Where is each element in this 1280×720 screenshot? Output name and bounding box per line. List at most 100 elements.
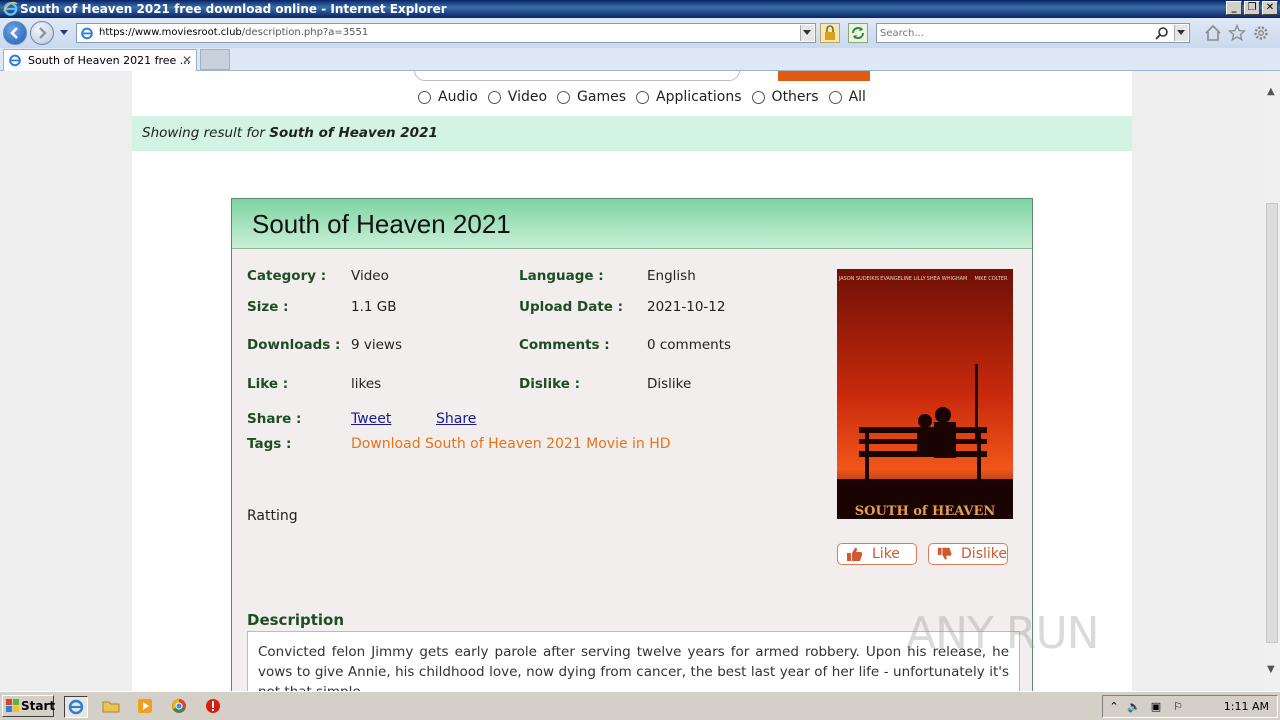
size-label: Size : bbox=[247, 299, 289, 315]
home-icon[interactable] bbox=[1204, 24, 1222, 42]
back-arrow-icon bbox=[10, 27, 18, 39]
category-option-video[interactable]: Video bbox=[487, 89, 547, 105]
radio-others[interactable] bbox=[751, 90, 765, 104]
history-dropdown-icon[interactable] bbox=[58, 26, 70, 38]
settings-gear-icon[interactable] bbox=[1252, 24, 1270, 42]
category-option-applications[interactable]: Applications bbox=[636, 89, 742, 105]
system-clock[interactable]: 1:11 AM bbox=[1224, 700, 1269, 713]
refresh-button[interactable] bbox=[848, 23, 868, 43]
tag-link[interactable]: Download South of Heaven 2021 Movie in H… bbox=[351, 436, 671, 452]
network-icon[interactable]: ▣ bbox=[1149, 700, 1163, 714]
address-url[interactable]: https://www.moviesroot.club/description.… bbox=[99, 27, 368, 38]
category-option-others[interactable]: Others bbox=[751, 89, 819, 105]
like-value: likes bbox=[351, 376, 382, 392]
internet-explorer-icon bbox=[68, 699, 84, 715]
minimize-button[interactable]: _ bbox=[1226, 1, 1242, 15]
browser-search-box[interactable] bbox=[876, 23, 1190, 43]
window-title-bar: South of Heaven 2021 free download onlin… bbox=[0, 0, 1280, 18]
scrollbar-thumb[interactable] bbox=[1266, 203, 1278, 643]
radio-video[interactable] bbox=[487, 90, 501, 104]
thumbs-down-icon bbox=[937, 547, 952, 560]
folder-icon bbox=[102, 701, 120, 713]
restore-button[interactable]: ❐ bbox=[1244, 1, 1260, 15]
description-text: Convicted felon Jimmy gets early parole … bbox=[247, 631, 1020, 691]
site-search-button[interactable]: Search bbox=[778, 71, 870, 81]
dislike-value: Dislike bbox=[647, 376, 692, 392]
category-option-all[interactable]: All bbox=[828, 89, 866, 105]
windows-taskbar: Start ⌃ 🔈 ▣ ⚐ 1:11 AM bbox=[0, 691, 1280, 720]
media-player-icon bbox=[138, 699, 152, 713]
tweet-link[interactable]: Tweet bbox=[351, 411, 391, 427]
forward-button[interactable] bbox=[30, 21, 54, 45]
poster-title: SOUTH of HEAVEN bbox=[855, 504, 996, 519]
rating-label: Ratting bbox=[247, 508, 298, 524]
poster-cast-3: SHEA WHIGHAM bbox=[927, 276, 968, 282]
radio-all[interactable] bbox=[828, 90, 842, 104]
dislike-button-label: Dislike bbox=[961, 546, 1007, 562]
browser-search-input[interactable] bbox=[880, 26, 1150, 40]
category-label: Category : bbox=[247, 268, 327, 284]
share-label: Share : bbox=[247, 411, 302, 427]
site-search-input[interactable] bbox=[414, 71, 740, 81]
category-option-games[interactable]: Games bbox=[557, 89, 626, 105]
tab-active[interactable]: South of Heaven 2021 free ... ✕ bbox=[3, 49, 197, 71]
address-dropdown-button[interactable] bbox=[800, 25, 814, 41]
navigation-bar: https://www.moviesroot.club/description.… bbox=[0, 18, 1280, 48]
page-favicon-icon bbox=[81, 27, 93, 40]
search-icon[interactable] bbox=[1155, 26, 1169, 40]
taskbar-stop-app[interactable] bbox=[202, 696, 226, 718]
dislike-button[interactable]: Dislike bbox=[928, 543, 1008, 565]
search-result-text: Showing result for South of Heaven 2021 bbox=[142, 125, 438, 141]
like-button[interactable]: Like bbox=[837, 543, 917, 565]
back-button[interactable] bbox=[3, 21, 27, 45]
security-lock-button[interactable] bbox=[820, 23, 840, 43]
taskbar-media-player[interactable] bbox=[134, 696, 158, 718]
thumbs-up-icon bbox=[847, 547, 863, 561]
radio-applications[interactable] bbox=[636, 90, 650, 104]
page-viewport: Search Audio Video Games Applications Ot… bbox=[0, 71, 1264, 691]
search-provider-dropdown[interactable] bbox=[1174, 25, 1188, 41]
category-option-audio[interactable]: Audio bbox=[418, 89, 478, 105]
language-value: English bbox=[647, 268, 696, 284]
favorites-star-icon[interactable] bbox=[1228, 24, 1246, 42]
comments-label: Comments : bbox=[519, 337, 610, 353]
new-tab-button[interactable] bbox=[200, 49, 230, 70]
radio-audio[interactable] bbox=[418, 90, 431, 104]
upload-date-label: Upload Date : bbox=[519, 299, 624, 315]
anyrun-watermark: ANY RUN bbox=[906, 608, 1100, 659]
lock-icon bbox=[825, 25, 835, 40]
scroll-up-arrow-icon[interactable]: ▲ bbox=[1267, 87, 1277, 97]
movie-title: South of Heaven 2021 bbox=[252, 209, 511, 239]
vertical-scrollbar[interactable]: ▲ ▼ bbox=[1264, 71, 1280, 691]
taskbar-file-explorer[interactable] bbox=[100, 696, 124, 718]
taskbar-chrome[interactable] bbox=[168, 696, 192, 718]
size-value: 1.1 GB bbox=[351, 299, 397, 315]
volume-icon[interactable]: 🔈 bbox=[1127, 700, 1141, 714]
chrome-icon bbox=[172, 699, 186, 713]
like-label: Like : bbox=[247, 376, 289, 392]
chevron-down-icon bbox=[803, 30, 811, 35]
action-center-flag-icon[interactable]: ⚐ bbox=[1171, 700, 1185, 714]
upload-date-value: 2021-10-12 bbox=[647, 299, 726, 315]
language-label: Language : bbox=[519, 268, 604, 284]
page-content: Search Audio Video Games Applications Ot… bbox=[132, 71, 1132, 691]
category-value: Video bbox=[351, 268, 389, 284]
window-title: South of Heaven 2021 free download onlin… bbox=[20, 2, 447, 16]
scroll-down-arrow-icon[interactable]: ▼ bbox=[1267, 665, 1277, 675]
internet-explorer-icon bbox=[3, 1, 18, 16]
share-link[interactable]: Share bbox=[436, 411, 476, 427]
like-button-label: Like bbox=[872, 546, 900, 562]
downloads-value: 9 views bbox=[351, 337, 403, 353]
close-button[interactable]: ✕ bbox=[1262, 1, 1278, 15]
system-tray: ⌃ 🔈 ▣ ⚐ 1:11 AM bbox=[1102, 695, 1278, 718]
category-filter: Audio Video Games Applications Others Al… bbox=[418, 89, 866, 105]
radio-games[interactable] bbox=[557, 90, 571, 104]
tags-label: Tags : bbox=[247, 436, 292, 452]
start-button[interactable]: Start bbox=[2, 695, 55, 717]
address-bar[interactable]: https://www.moviesroot.club/description.… bbox=[76, 23, 816, 43]
taskbar-internet-explorer[interactable] bbox=[64, 696, 88, 718]
tab-close-icon[interactable]: ✕ bbox=[182, 53, 192, 67]
poster-image: SOUTH of HEAVEN JASON SUDEIKIS EVANGELIN… bbox=[837, 269, 1013, 519]
movie-poster: SOUTH of HEAVEN JASON SUDEIKIS EVANGELIN… bbox=[837, 269, 1013, 519]
show-hidden-icons-icon[interactable]: ⌃ bbox=[1107, 700, 1121, 714]
